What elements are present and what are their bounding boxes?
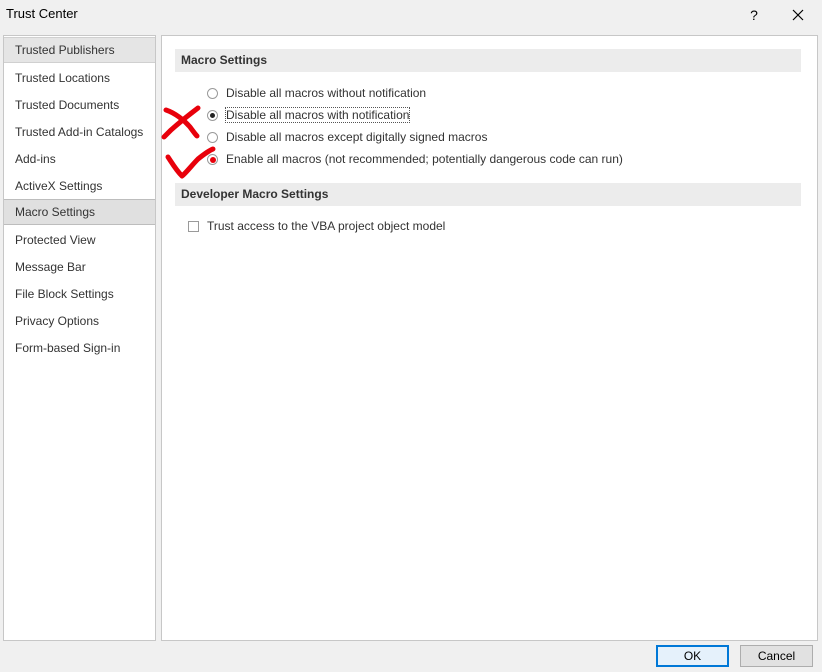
- sidebar-item-file-block-settings[interactable]: File Block Settings: [4, 281, 155, 307]
- cancel-button[interactable]: Cancel: [740, 645, 813, 667]
- ok-button[interactable]: OK: [656, 645, 729, 667]
- radio-button-selected[interactable]: [207, 109, 218, 121]
- window-title: Trust Center: [6, 6, 78, 21]
- sidebar-item-form-based-sign-in[interactable]: Form-based Sign-in: [4, 335, 155, 361]
- radio-disable-with-notification[interactable]: Disable all macros with notification: [207, 106, 411, 124]
- radio-disable-except-signed[interactable]: Disable all macros except digitally sign…: [207, 128, 487, 146]
- radio-button[interactable]: [207, 153, 218, 165]
- macro-settings-header: Macro Settings: [175, 49, 801, 72]
- developer-macro-settings-header: Developer Macro Settings: [175, 183, 801, 206]
- radio-enable-all[interactable]: Enable all macros (not recommended; pote…: [207, 150, 623, 168]
- radio-label: Disable all macros without notification: [226, 86, 427, 100]
- close-icon[interactable]: [786, 3, 810, 27]
- radio-button[interactable]: [207, 131, 218, 143]
- sidebar-item-macro-settings[interactable]: Macro Settings: [4, 199, 155, 225]
- vba-access-option[interactable]: Trust access to the VBA project object m…: [188, 217, 445, 235]
- sidebar-item-message-bar[interactable]: Message Bar: [4, 254, 155, 280]
- sidebar-item-trusted-locations[interactable]: Trusted Locations: [4, 65, 155, 91]
- sidebar-item-trusted-documents[interactable]: Trusted Documents: [4, 92, 155, 118]
- checkbox-label: Trust access to the VBA project object m…: [207, 219, 446, 233]
- radio-button[interactable]: [207, 87, 218, 99]
- checkbox[interactable]: [188, 220, 199, 232]
- sidebar-item-add-ins[interactable]: Add-ins: [4, 146, 155, 172]
- sidebar: Trusted Publishers Trusted Locations Tru…: [3, 35, 156, 641]
- title-bar: Trust Center ?: [0, 0, 822, 30]
- radio-disable-without-notification[interactable]: Disable all macros without notification: [207, 84, 426, 102]
- sidebar-item-trusted-publishers[interactable]: Trusted Publishers: [4, 37, 155, 63]
- help-button[interactable]: ?: [743, 4, 765, 26]
- sidebar-item-privacy-options[interactable]: Privacy Options: [4, 308, 155, 334]
- sidebar-item-trusted-add-in-catalogs[interactable]: Trusted Add-in Catalogs: [4, 119, 155, 145]
- radio-label: Enable all macros (not recommended; pote…: [226, 152, 623, 166]
- settings-panel: Macro Settings Disable all macros withou…: [161, 35, 818, 641]
- radio-label: Disable all macros except digitally sign…: [226, 130, 488, 144]
- sidebar-item-protected-view[interactable]: Protected View: [4, 227, 155, 253]
- sidebar-item-activex-settings[interactable]: ActiveX Settings: [4, 173, 155, 199]
- radio-label: Disable all macros with notification: [224, 107, 411, 123]
